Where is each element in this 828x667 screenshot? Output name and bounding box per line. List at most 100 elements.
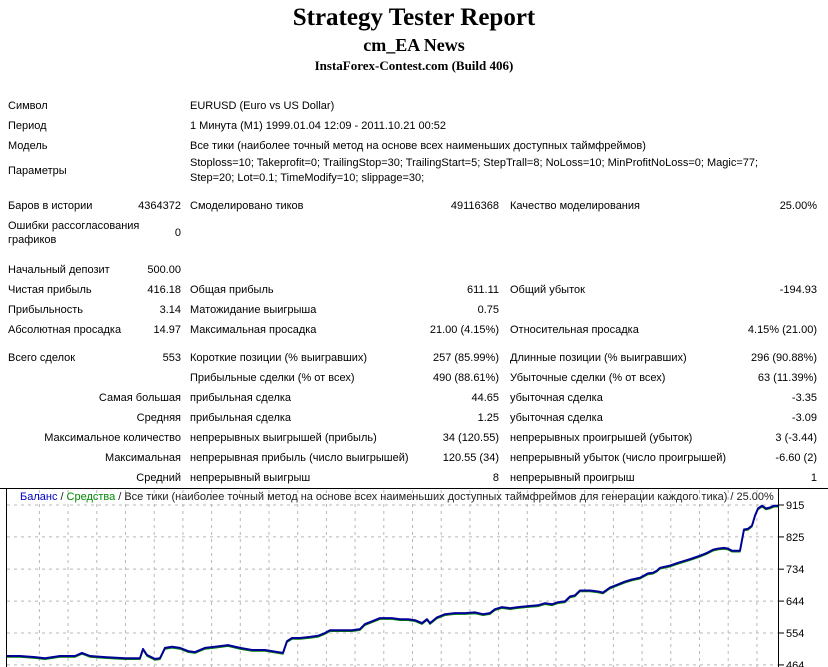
row-value: 44.65 [471,392,499,404]
table-row: Абсолютная просадка14.97Максимальная про… [0,320,828,340]
expert-name: cm_EA News [0,34,828,57]
col1-cell: Период [0,116,183,136]
col3-cell: непрерывный убыток (число проигрышей) -6.… [505,448,828,468]
col1-cell: Максимальная [0,448,183,468]
row-value: 4364372 [138,200,181,212]
col3-cell: убыточная сделка-3.35 [505,388,828,408]
row-value: 257 (85.99%) [433,352,499,364]
table-row: Максимальнаянепрерывная прибыль (число в… [0,448,828,468]
col1-cell: Прибыльность3.14 [0,300,183,320]
table-row: Средний непрерывный выигрыш 8 непрерывный п… [0,468,828,488]
row-label: Начальный депозит [8,264,110,276]
row-label: непрерывный выигрыш [190,472,310,484]
row-label: Матожидание выигрыша [190,304,316,316]
row-label-prefix: Самая большая [99,392,181,404]
balance-chart: 915825734644554464 Баланс/Средства/Все т… [0,488,828,667]
col3-cell: Относительная просадка4.15% (21.00) [505,320,828,340]
chart-legend: Баланс/Средства/Все тики (наиболее точны… [20,491,774,503]
col1-cell: Самая большая [0,388,183,408]
col2-cell: прибыльная сделка44.65 [183,388,505,408]
row-label: Общая прибыль [190,284,274,296]
legend-balance-label: Баланс [20,491,57,503]
legend-separator: / [118,491,121,503]
col1-cell: Максимальное количество [0,428,183,448]
table-row: Ошибки рассогласования графиков 0 [0,216,828,250]
y-axis-label: 825 [786,532,804,544]
row-label: непрерывных выигрышей (прибыль) [190,432,377,444]
row-value: 3.14 [160,304,181,316]
row-value: 1 [811,472,817,484]
row-value: 34 (120.55) [443,432,499,444]
row-value: -6.60 (2) [775,452,817,464]
row-value: 611.11 [467,284,499,296]
table-row: Период1 Минута (M1) 1999.01.04 12:09 - 2… [0,116,828,136]
row-value: 63 (11.39%) [758,372,817,384]
col3-cell: Длинные позиции (% выигравших)296 (90.88… [505,348,828,368]
col3-cell: непрерывный проигрыш 1 [505,468,828,488]
row-label: Общий убыток [510,284,585,296]
strategy-tester-report-page: Strategy Tester Report cm_EA News InstaF… [0,0,828,667]
balance-chart-canvas: 915825734644554464 [0,488,828,667]
row-value: 490 (88.61%) [433,372,499,384]
col3-cell: непрерывных проигрышей (убыток)3 (-3.44) [505,428,828,448]
col1-cell [0,368,183,388]
row-label: Параметры [8,165,67,177]
col1-cell: Ошибки рассогласования графиков 0 [0,216,183,250]
row-label: Качество моделирования [510,200,640,212]
row-value: 500.00 [147,264,181,276]
table-row: Чистая прибыль416.18Общая прибыль611.11О… [0,280,828,300]
col1-cell: Начальный депозит 500.00 [0,260,183,280]
balance-line [6,506,778,659]
table-row: Всего сделок553 Короткие позиции (% выигр… [0,348,828,368]
row-value: 49116368 [451,200,499,212]
wide-value-cell: Stoploss=10; Takeprofit=0; TrailingStop=… [183,156,828,186]
page-title: Strategy Tester Report [0,2,828,34]
equity-line [6,507,778,660]
row-value: 4.15% (21.00) [748,324,817,336]
col2-cell: непрерывная прибыль (число выигрышей)120… [183,448,505,468]
row-label: Короткие позиции (% выигравших) [190,352,367,364]
legend-separator: / [60,491,63,503]
col1-cell: Модель [0,136,183,156]
row-label: Всего сделок [8,352,75,364]
row-label: Ошибки рассогласования графиков [8,219,160,247]
row-label-prefix: Максимальное количество [44,432,181,444]
row-label: Модель [8,140,47,152]
row-label: прибыльная сделка [190,412,291,424]
row-label: Смоделировано тиков [190,200,304,212]
row-value: 0.75 [478,304,499,316]
table-row: Баров в истории4364372Смоделировано тико… [0,196,828,216]
col3-cell: Убыточные сделки (% от всех) 63 (11.39%) [505,368,828,388]
wide-value-cell: 1 Минута (M1) 1999.01.04 12:09 - 2011.10… [183,116,828,136]
row-label: непрерывный проигрыш [510,472,635,484]
row-label-prefix: Максимальная [105,452,181,464]
row-label: непрерывных проигрышей (убыток) [510,432,692,444]
y-axis-label: 644 [786,596,804,608]
col1-cell: Всего сделок553 [0,348,183,368]
row-label: непрерывный убыток (число проигрышей) [510,452,726,464]
legend-separator: / [730,491,733,503]
table-row: Прибыльные сделки (% от всех)490 (88.61%… [0,368,828,388]
col3-cell [505,300,828,320]
col2-cell: непрерывных выигрышей (прибыль) 34 (120.5… [183,428,505,448]
row-value: 21.00 (4.15%) [430,324,499,336]
table-spacer [0,250,828,260]
table-row: Модель Все тики (наиболее точный метод на… [0,136,828,156]
row-label: непрерывная прибыль (число выигрышей) [190,452,409,464]
legend-equity-label: Средства [67,491,116,503]
row-label: Убыточные сделки (% от всех) [510,372,665,384]
broker-build: InstaForex-Contest.com (Build 406) [0,57,828,75]
row-value: 296 (90.88%) [751,352,817,364]
report-header: Strategy Tester Report cm_EA News InstaF… [0,0,828,75]
wide-value-cell: Все тики (наиболее точный метод на основ… [183,136,828,156]
row-value: 0 [175,227,181,239]
col2-cell: Прибыльные сделки (% от всех)490 (88.61%… [183,368,505,388]
row-value-wide: Stoploss=10; Takeprofit=0; TrailingStop=… [190,156,758,186]
row-label: Максимальная просадка [190,324,316,336]
row-label-prefix: Средний [136,472,181,484]
col3-cell: убыточная сделка-3.09 [505,408,828,428]
wide-value-cell: EURUSD (Euro vs US Dollar) [183,96,828,116]
row-value: 8 [493,472,499,484]
col2-cell [183,216,505,250]
table-row: СимволEURUSD (Euro vs US Dollar) [0,96,828,116]
